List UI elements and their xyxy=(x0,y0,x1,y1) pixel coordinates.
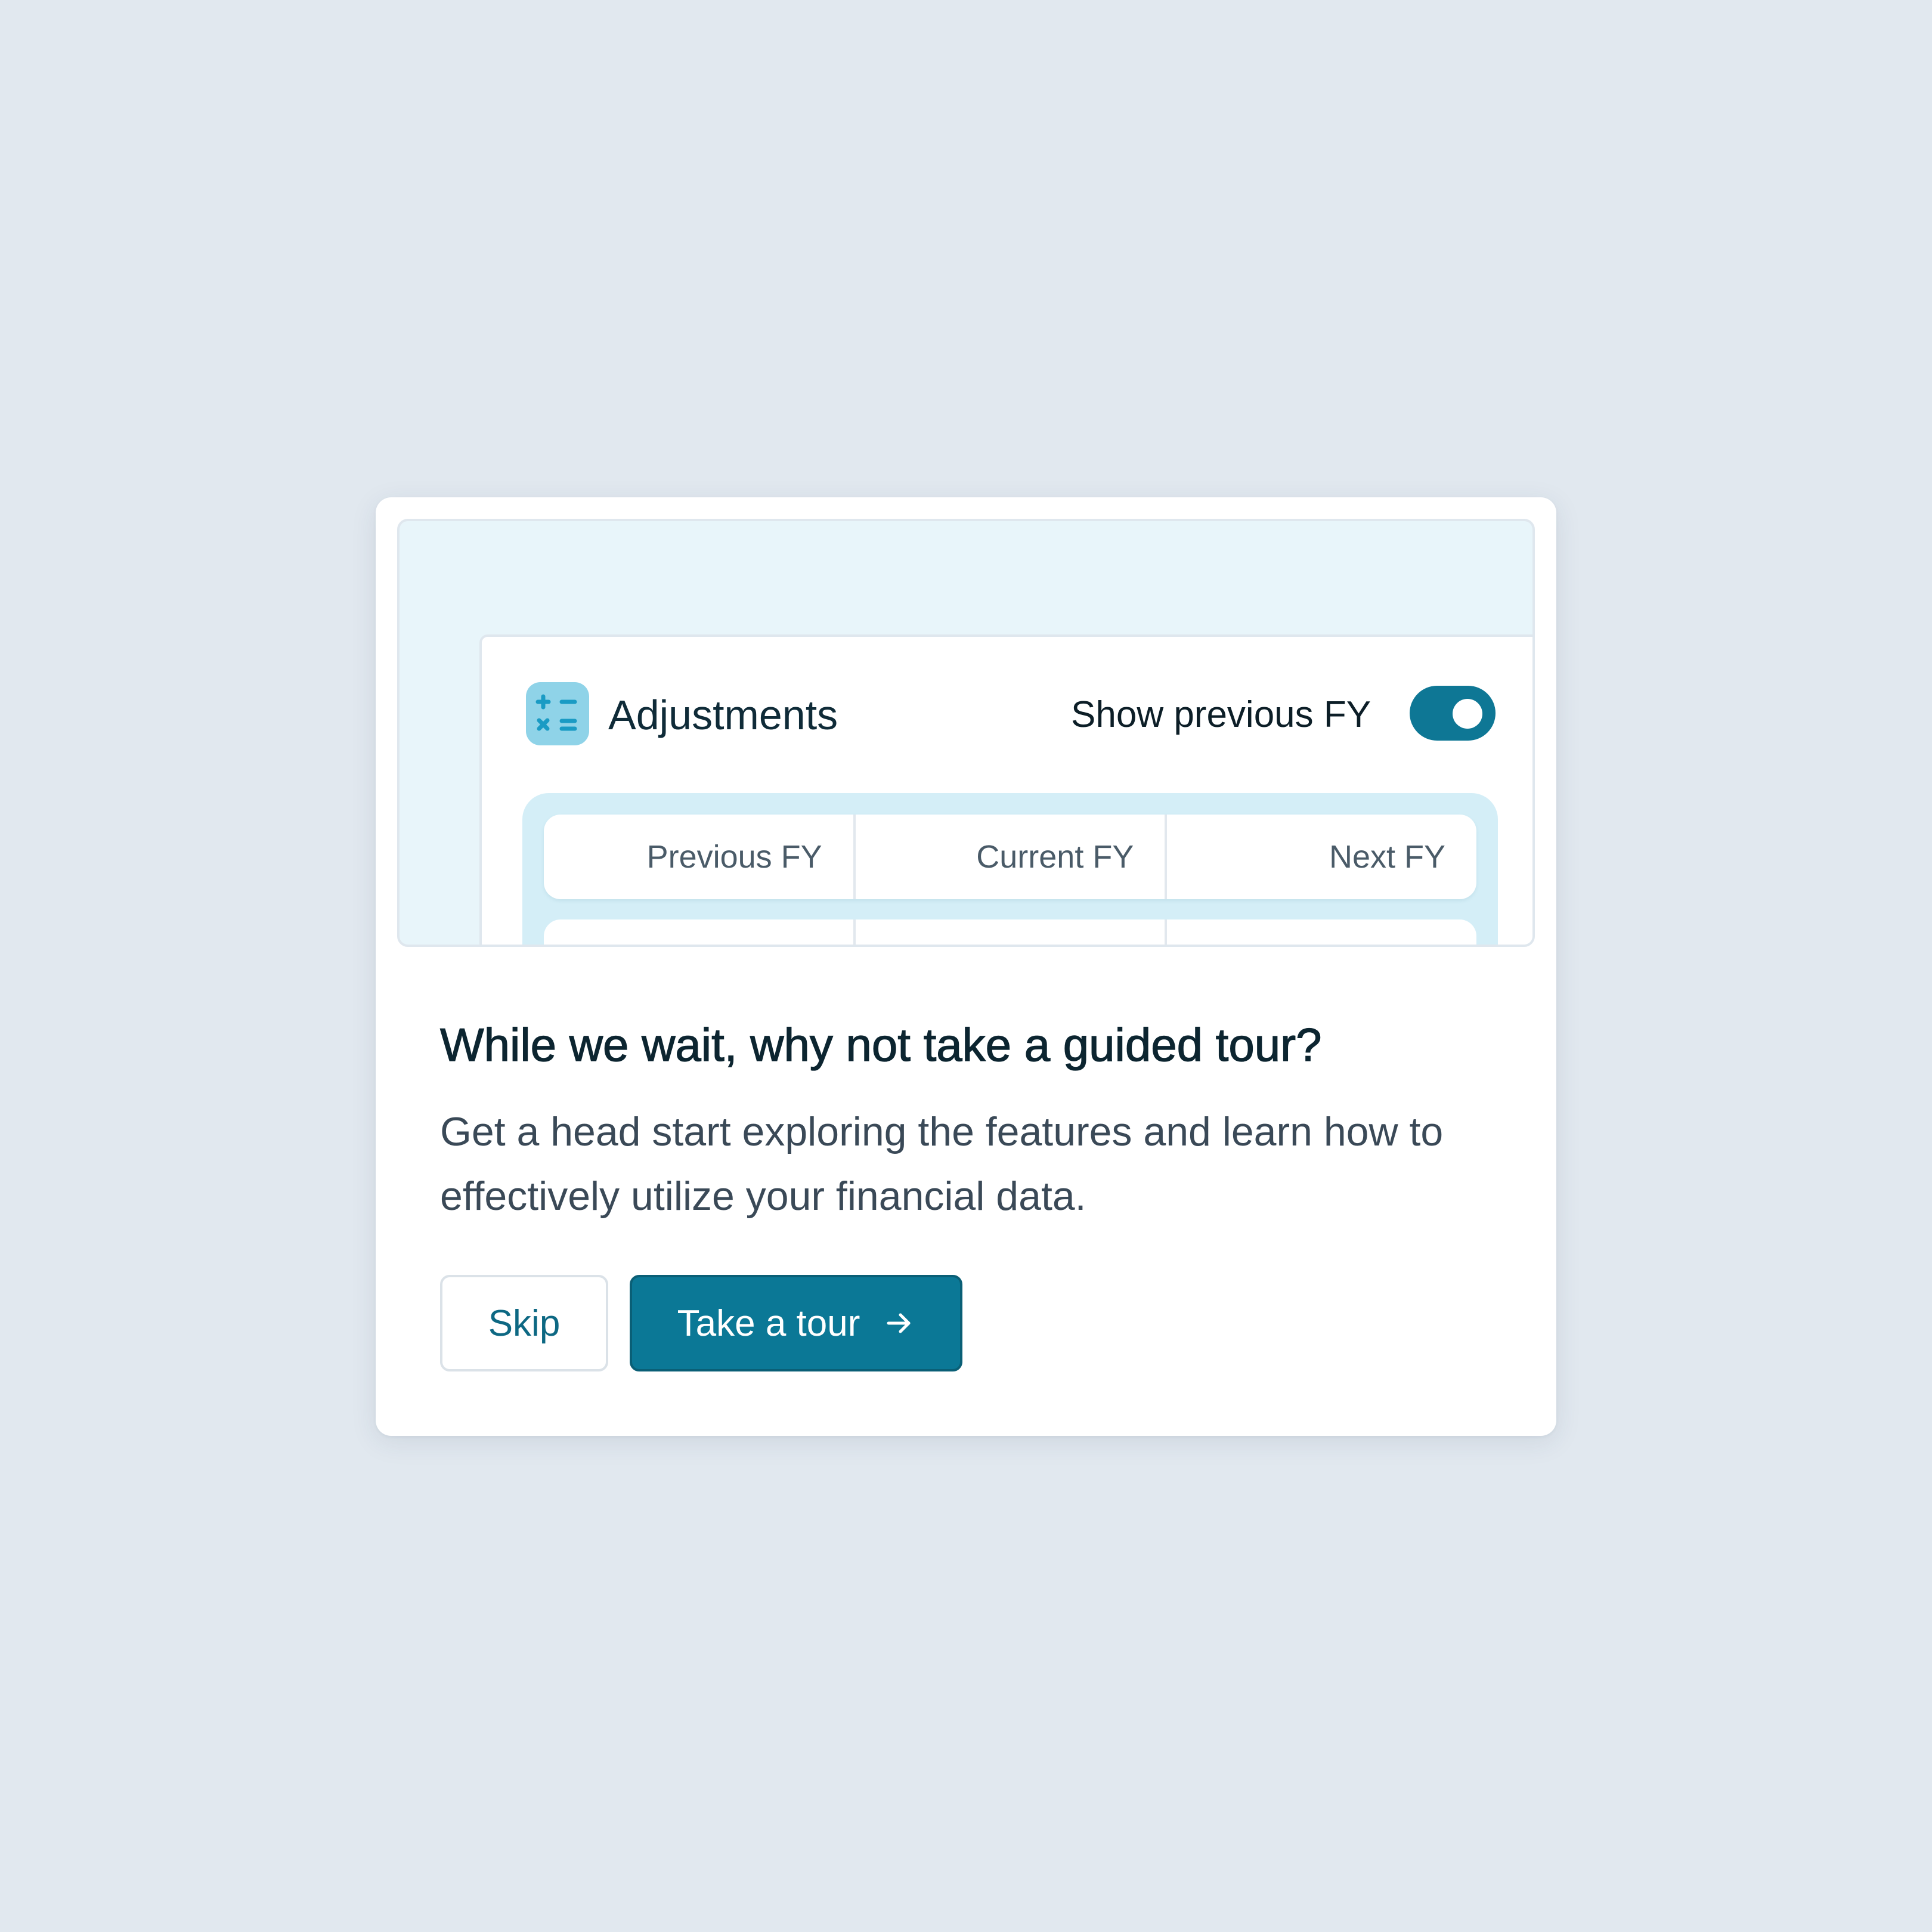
table-row xyxy=(544,919,1476,945)
table-cell xyxy=(853,919,1165,945)
column-header-next-fy: Next FY xyxy=(1165,815,1476,899)
feature-preview-illustration: Adjustments Show previous FY Previous FY… xyxy=(397,519,1535,947)
dialog-heading: While we wait, why not take a guided tou… xyxy=(439,1018,1322,1071)
table-cell xyxy=(544,919,853,945)
take-a-tour-button[interactable]: Take a tour xyxy=(630,1275,962,1371)
table-header: Previous FY Current FY Next FY xyxy=(544,815,1476,899)
calculator-icon xyxy=(526,682,589,745)
adjustments-panel-preview: Adjustments Show previous FY Previous FY… xyxy=(479,634,1532,945)
show-previous-fy-toggle[interactable] xyxy=(1410,686,1496,741)
skip-button-label: Skip xyxy=(488,1302,561,1344)
toggle-label: Show previous FY xyxy=(1071,694,1371,735)
dialog-description: Get a head start exploring the features … xyxy=(440,1109,1444,1219)
take-a-tour-button-label: Take a tour xyxy=(677,1302,860,1344)
toggle-knob xyxy=(1453,699,1482,729)
column-header-current-fy: Current FY xyxy=(853,815,1165,899)
fy-table: Previous FY Current FY Next FY xyxy=(522,793,1498,945)
arrow-right-icon xyxy=(884,1308,915,1339)
skip-button[interactable]: Skip xyxy=(440,1275,608,1371)
panel-title: Adjustments xyxy=(608,692,838,738)
table-cell xyxy=(1165,919,1476,945)
guided-tour-dialog: Adjustments Show previous FY Previous FY… xyxy=(376,497,1556,1436)
column-header-previous-fy: Previous FY xyxy=(646,839,822,875)
